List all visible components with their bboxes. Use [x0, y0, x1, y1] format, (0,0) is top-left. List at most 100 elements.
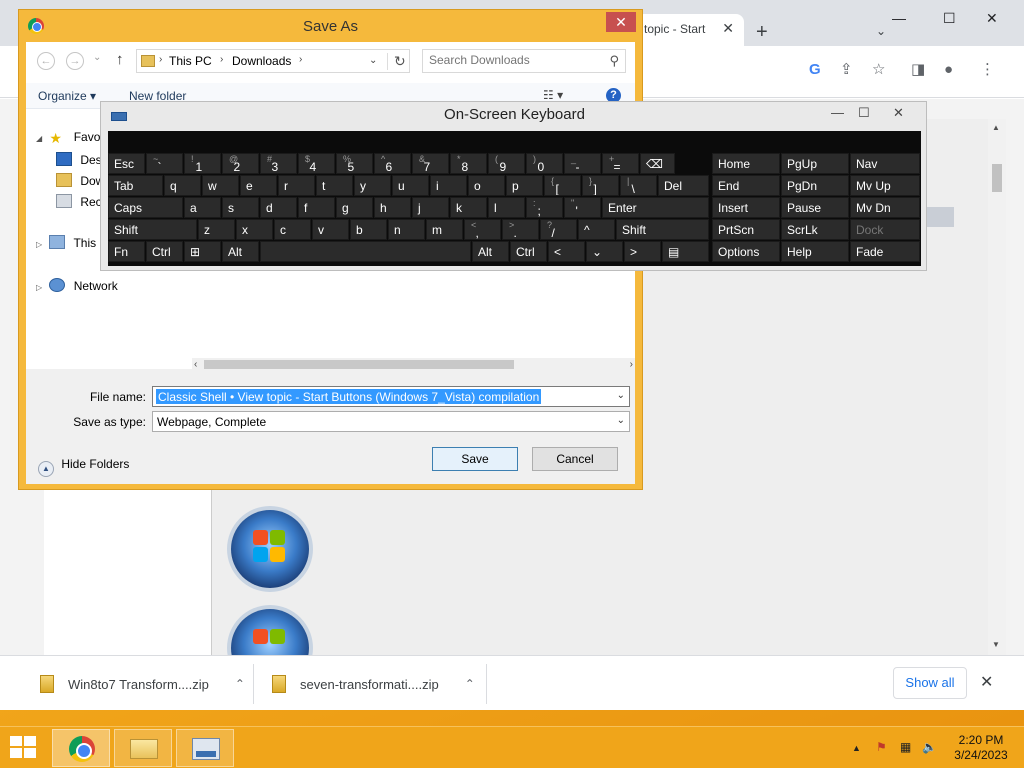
osk-key[interactable]: ) 0 — [526, 153, 563, 174]
osk-key[interactable]: Alt — [222, 241, 259, 262]
osk-key[interactable]: v — [312, 219, 349, 240]
expand-icon[interactable]: ▷ — [36, 240, 46, 249]
expand-icon[interactable]: ◢ — [36, 134, 46, 143]
download-item[interactable]: seven-transformati....zip ⌃ — [272, 666, 475, 702]
osk-key[interactable]: ⌫ — [640, 153, 675, 174]
osk-key[interactable]: ^ — [578, 219, 615, 240]
osk-key[interactable]: a — [184, 197, 221, 218]
osk-key[interactable]: (9 — [488, 153, 525, 174]
osk-key[interactable]: o — [468, 175, 505, 196]
osk-key[interactable]: * 8 — [450, 153, 487, 174]
osk-key[interactable]: % 5 — [336, 153, 373, 174]
osk-key[interactable]: ! 1 — [184, 153, 221, 174]
new-tab-icon[interactable]: + — [756, 22, 768, 42]
osk-key[interactable]: _ - — [564, 153, 601, 174]
osk-key[interactable]: Ctrl — [510, 241, 547, 262]
osk-key[interactable]: c — [274, 219, 311, 240]
osk-key[interactable]: e — [240, 175, 277, 196]
profile-icon[interactable]: ● — [944, 62, 953, 78]
file-name-value[interactable]: Classic Shell • View topic - Start Butto… — [156, 389, 542, 404]
chevron-down-icon[interactable]: ⌄ — [617, 390, 625, 401]
refresh-icon[interactable]: ↻ — [387, 53, 406, 70]
osk-key[interactable]: p — [506, 175, 543, 196]
osk-key[interactable]: < — [548, 241, 585, 262]
hide-folders-button[interactable]: ▲ Hide Folders — [38, 457, 129, 477]
osk-key[interactable]: | \ — [620, 175, 657, 196]
osk-key[interactable]: f — [298, 197, 335, 218]
address-bar[interactable]: › This PC › Downloads › ⌄ ↻ — [136, 49, 410, 73]
osk-key[interactable]: h — [374, 197, 411, 218]
osk-key[interactable]: y — [354, 175, 391, 196]
tray-overflow-icon[interactable]: ▲ — [852, 743, 861, 753]
expand-icon[interactable]: ▷ — [36, 283, 46, 292]
osk-nav-key[interactable]: Options — [712, 241, 780, 262]
osk-nav-key[interactable]: PgDn — [781, 175, 849, 196]
organize-button[interactable]: Organize ▾ — [38, 89, 96, 103]
osk-key[interactable]: ~ ` — [146, 153, 183, 174]
cancel-button[interactable]: Cancel — [532, 447, 618, 471]
osk-nav-key[interactable]: Insert — [712, 197, 780, 218]
save-type-select[interactable]: Webpage, Complete ⌄ — [152, 411, 630, 432]
osk-key[interactable]: Del — [658, 175, 709, 196]
osk-key[interactable]: ⊞ — [184, 241, 221, 262]
breadcrumb-downloads[interactable]: Downloads — [232, 54, 291, 68]
osk-key[interactable]: $4 — [298, 153, 335, 174]
network-status-icon[interactable]: ▦ — [900, 740, 911, 754]
osk-key[interactable]: x — [236, 219, 273, 240]
search-box[interactable]: ⚲ — [422, 49, 626, 73]
osk-key[interactable]: ▤ — [662, 241, 709, 262]
osk-key[interactable] — [260, 241, 471, 262]
osk-key[interactable]: d — [260, 197, 297, 218]
osk-key[interactable]: k — [450, 197, 487, 218]
osk-key[interactable]: & 7 — [412, 153, 449, 174]
recent-locations-icon[interactable]: ⌄ — [93, 52, 101, 63]
back-icon[interactable]: ← — [37, 52, 55, 70]
clock[interactable]: 2:20 PM 3/24/2023 — [950, 733, 1012, 763]
osk-key[interactable]: q — [164, 175, 201, 196]
osk-key[interactable]: Caps — [108, 197, 183, 218]
osk-key[interactable]: r — [278, 175, 315, 196]
osk-key[interactable]: Ctrl — [146, 241, 183, 262]
osk-key[interactable]: Alt — [472, 241, 509, 262]
osk-nav-key[interactable]: Nav — [850, 153, 920, 174]
star-icon[interactable]: ☆ — [872, 62, 885, 78]
up-folder-icon[interactable]: ↑ — [116, 51, 124, 68]
osk-nav-key[interactable]: Fade — [850, 241, 920, 262]
osk-key[interactable]: ? / — [540, 219, 577, 240]
osk-key[interactable]: <, — [464, 219, 501, 240]
osk-nav-key[interactable]: Dock — [850, 219, 920, 240]
osk-nav-key[interactable]: Mv Up — [850, 175, 920, 196]
osk-key[interactable]: + = — [602, 153, 639, 174]
close-downloads-icon[interactable]: ✕ — [980, 672, 993, 692]
osk-key[interactable]: u — [392, 175, 429, 196]
volume-icon[interactable]: 🔈 — [922, 740, 937, 754]
osk-key[interactable]: Fn — [108, 241, 145, 262]
osk-nav-key[interactable]: Home — [712, 153, 780, 174]
taskbar-file-explorer[interactable] — [114, 729, 172, 767]
osk-key[interactable]: Shift — [108, 219, 197, 240]
minimize-icon[interactable]: — — [831, 105, 844, 120]
tree-item-network[interactable]: ▷ Network — [36, 278, 118, 293]
osk-key[interactable]: w — [202, 175, 239, 196]
osk-key[interactable]: m — [426, 219, 463, 240]
save-button[interactable]: Save — [432, 447, 518, 471]
osk-key[interactable]: l — [488, 197, 525, 218]
side-panel-icon[interactable]: ◨ — [911, 62, 925, 78]
chevron-up-icon[interactable]: ⌃ — [465, 677, 475, 691]
osk-key[interactable]: >. — [502, 219, 539, 240]
osk-key[interactable]: ^ 6 — [374, 153, 411, 174]
osk-nav-key[interactable]: Mv Dn — [850, 197, 920, 218]
osk-key[interactable]: {[ — [544, 175, 581, 196]
dialog-titlebar[interactable]: Save As ✕ — [19, 10, 642, 42]
taskbar-on-screen-keyboard[interactable] — [176, 729, 234, 767]
osk-key[interactable]: b — [350, 219, 387, 240]
osk-nav-key[interactable]: PgUp — [781, 153, 849, 174]
download-item[interactable]: Win8to7 Transform....zip ⌃ — [40, 666, 245, 702]
osk-key[interactable]: t — [316, 175, 353, 196]
osk-key[interactable]: " ' — [564, 197, 601, 218]
osk-nav-key[interactable]: ScrLk — [781, 219, 849, 240]
osk-key[interactable]: #3 — [260, 153, 297, 174]
close-icon[interactable]: ✕ — [893, 105, 904, 121]
osk-nav-key[interactable]: End — [712, 175, 780, 196]
search-icon[interactable]: ⚲ — [609, 53, 619, 69]
